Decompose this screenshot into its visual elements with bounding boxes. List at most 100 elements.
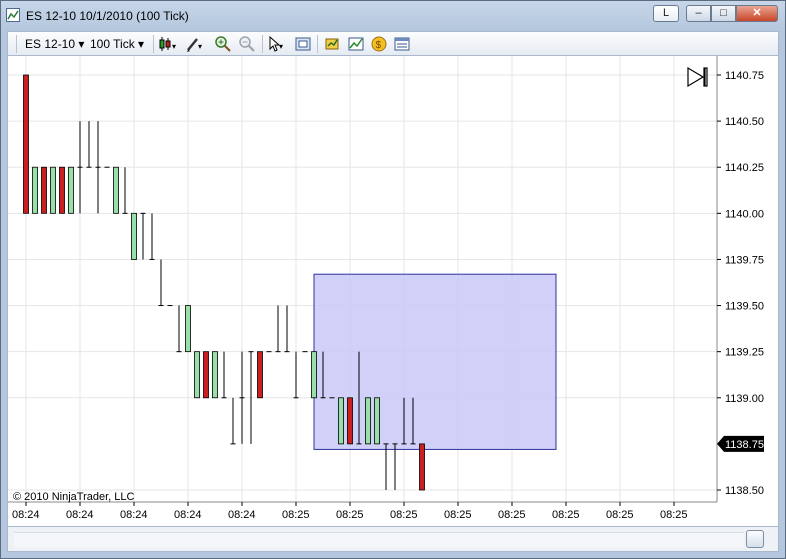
time-tick-label: 08:25 — [444, 509, 472, 521]
price-axis: 1140.75 1140.50 1140.25 1140.00 1139.75 1139.… — [716, 56, 764, 502]
interval-selector[interactable]: 100 Tick ▾ — [90, 36, 144, 52]
scrollbar-thumb[interactable] — [746, 530, 764, 548]
candle — [176, 305, 182, 353]
candle — [131, 212, 137, 260]
candle — [32, 166, 38, 214]
title-bar[interactable]: ES 12-10 10/1/2010 (100 Tick) L – □ ✕ — [1, 1, 785, 30]
candle — [23, 74, 29, 214]
chart-app-icon — [6, 8, 20, 22]
candle — [158, 259, 164, 307]
zoom-in-icon[interactable] — [214, 35, 232, 53]
candle — [365, 397, 371, 445]
candle — [338, 397, 344, 445]
candle — [50, 166, 56, 214]
time-tick-label: 08:25 — [390, 509, 418, 521]
current-price-label: 1138.75 — [725, 439, 764, 451]
layout-button[interactable]: L — [653, 5, 679, 22]
close-button[interactable]: ✕ — [736, 5, 778, 22]
current-price-marker: 1138.75 — [717, 435, 764, 452]
price-chart[interactable]: 1140.75 1140.50 1140.25 1140.00 1139.75 1139.… — [7, 56, 779, 526]
drawing-tool-icon[interactable]: ▾ — [185, 35, 203, 53]
candle — [293, 351, 299, 399]
properties-icon[interactable] — [393, 35, 411, 53]
candle — [68, 166, 74, 214]
toolbar-separator — [317, 35, 318, 53]
candle — [185, 305, 191, 353]
candle-body — [419, 443, 425, 491]
chart-canvas[interactable]: 1140.75 1140.50 1140.25 1140.00 1139.75 1139.… — [8, 56, 778, 526]
time-tick-label: 08:24 — [228, 509, 256, 521]
time-tick-label: 08:25 — [336, 509, 364, 521]
instrument-selector[interactable]: ES 12-10 ▾ — [25, 36, 84, 52]
horizontal-scrollbar[interactable] — [7, 526, 779, 552]
price-tick-label: 1139.25 — [725, 347, 764, 359]
candle — [140, 212, 146, 260]
money-icon[interactable]: $ — [370, 35, 388, 53]
candle-body — [32, 166, 38, 214]
time-tick-label: 08:24 — [12, 509, 40, 521]
candle — [194, 351, 200, 399]
candle-body — [347, 397, 353, 445]
indicators-icon[interactable] — [347, 35, 365, 53]
play-replay-icon[interactable] — [687, 66, 708, 88]
price-tick-label: 1138.50 — [725, 485, 764, 497]
chart-style-icon[interactable]: ▾ — [158, 35, 176, 53]
candle — [230, 397, 236, 445]
candle-body — [212, 351, 218, 399]
svg-text:$: $ — [376, 40, 382, 51]
price-tick-label: 1140.75 — [725, 70, 764, 82]
candle-body — [50, 166, 56, 214]
toolbar-separator — [262, 35, 263, 53]
pointer-icon[interactable]: ▾ — [267, 35, 285, 53]
maximize-button[interactable]: □ — [711, 5, 736, 22]
time-tick-label: 08:24 — [174, 509, 202, 521]
time-tick-label: 08:25 — [660, 509, 688, 521]
candle — [122, 167, 128, 214]
candle — [41, 166, 47, 214]
price-tick-label: 1140.25 — [725, 162, 764, 174]
chart-window: ES 12-10 10/1/2010 (100 Tick) L – □ ✕ ES… — [0, 0, 786, 559]
zoom-out-icon[interactable] — [238, 35, 256, 53]
candle — [77, 121, 83, 214]
price-tick-label: 1139.50 — [725, 301, 764, 313]
candle-body — [185, 305, 191, 353]
data-box-icon[interactable] — [294, 35, 312, 53]
candle — [86, 121, 92, 168]
instrument-label: ES 12-10 — [25, 37, 76, 51]
price-tick-label: 1140.00 — [725, 208, 764, 220]
candle — [95, 121, 101, 214]
svg-text:▾: ▾ — [279, 42, 283, 51]
candle — [212, 351, 218, 399]
candle-body — [131, 212, 137, 260]
candle-body — [203, 351, 209, 399]
price-tick-label: 1140.50 — [725, 116, 764, 128]
candle-body — [23, 74, 29, 214]
svg-text:▾: ▾ — [198, 42, 202, 51]
strategies-icon[interactable] — [324, 35, 342, 53]
chevron-down-icon: ▾ — [78, 37, 85, 51]
time-axis: 08:24 08:24 08:24 08:24 08:24 08:25 08:25 08:25… — [8, 501, 717, 521]
price-tick-label: 1139.75 — [725, 254, 764, 266]
time-tick-label: 08:24 — [66, 509, 94, 521]
candle — [311, 351, 317, 399]
candle-body — [113, 166, 119, 214]
minimize-button[interactable]: – — [686, 5, 711, 22]
time-tick-label: 08:24 — [120, 509, 148, 521]
candle — [275, 305, 281, 353]
candle — [392, 443, 398, 490]
scrollbar-track[interactable] — [14, 532, 744, 547]
interval-label: 100 Tick — [90, 37, 135, 51]
chevron-down-icon: ▾ — [138, 37, 145, 51]
candle — [221, 351, 227, 399]
candle — [374, 397, 380, 445]
time-tick-label: 08:25 — [282, 509, 310, 521]
window-title: ES 12-10 10/1/2010 (100 Tick) — [26, 9, 189, 23]
price-tick-label: 1139.00 — [725, 393, 764, 405]
toolbar-grip — [16, 35, 17, 53]
time-tick-label: 08:25 — [606, 509, 634, 521]
toolbar-separator — [153, 35, 154, 53]
time-tick-label: 08:25 — [498, 509, 526, 521]
candle — [113, 166, 119, 214]
candle — [347, 397, 353, 445]
candle — [257, 351, 263, 399]
